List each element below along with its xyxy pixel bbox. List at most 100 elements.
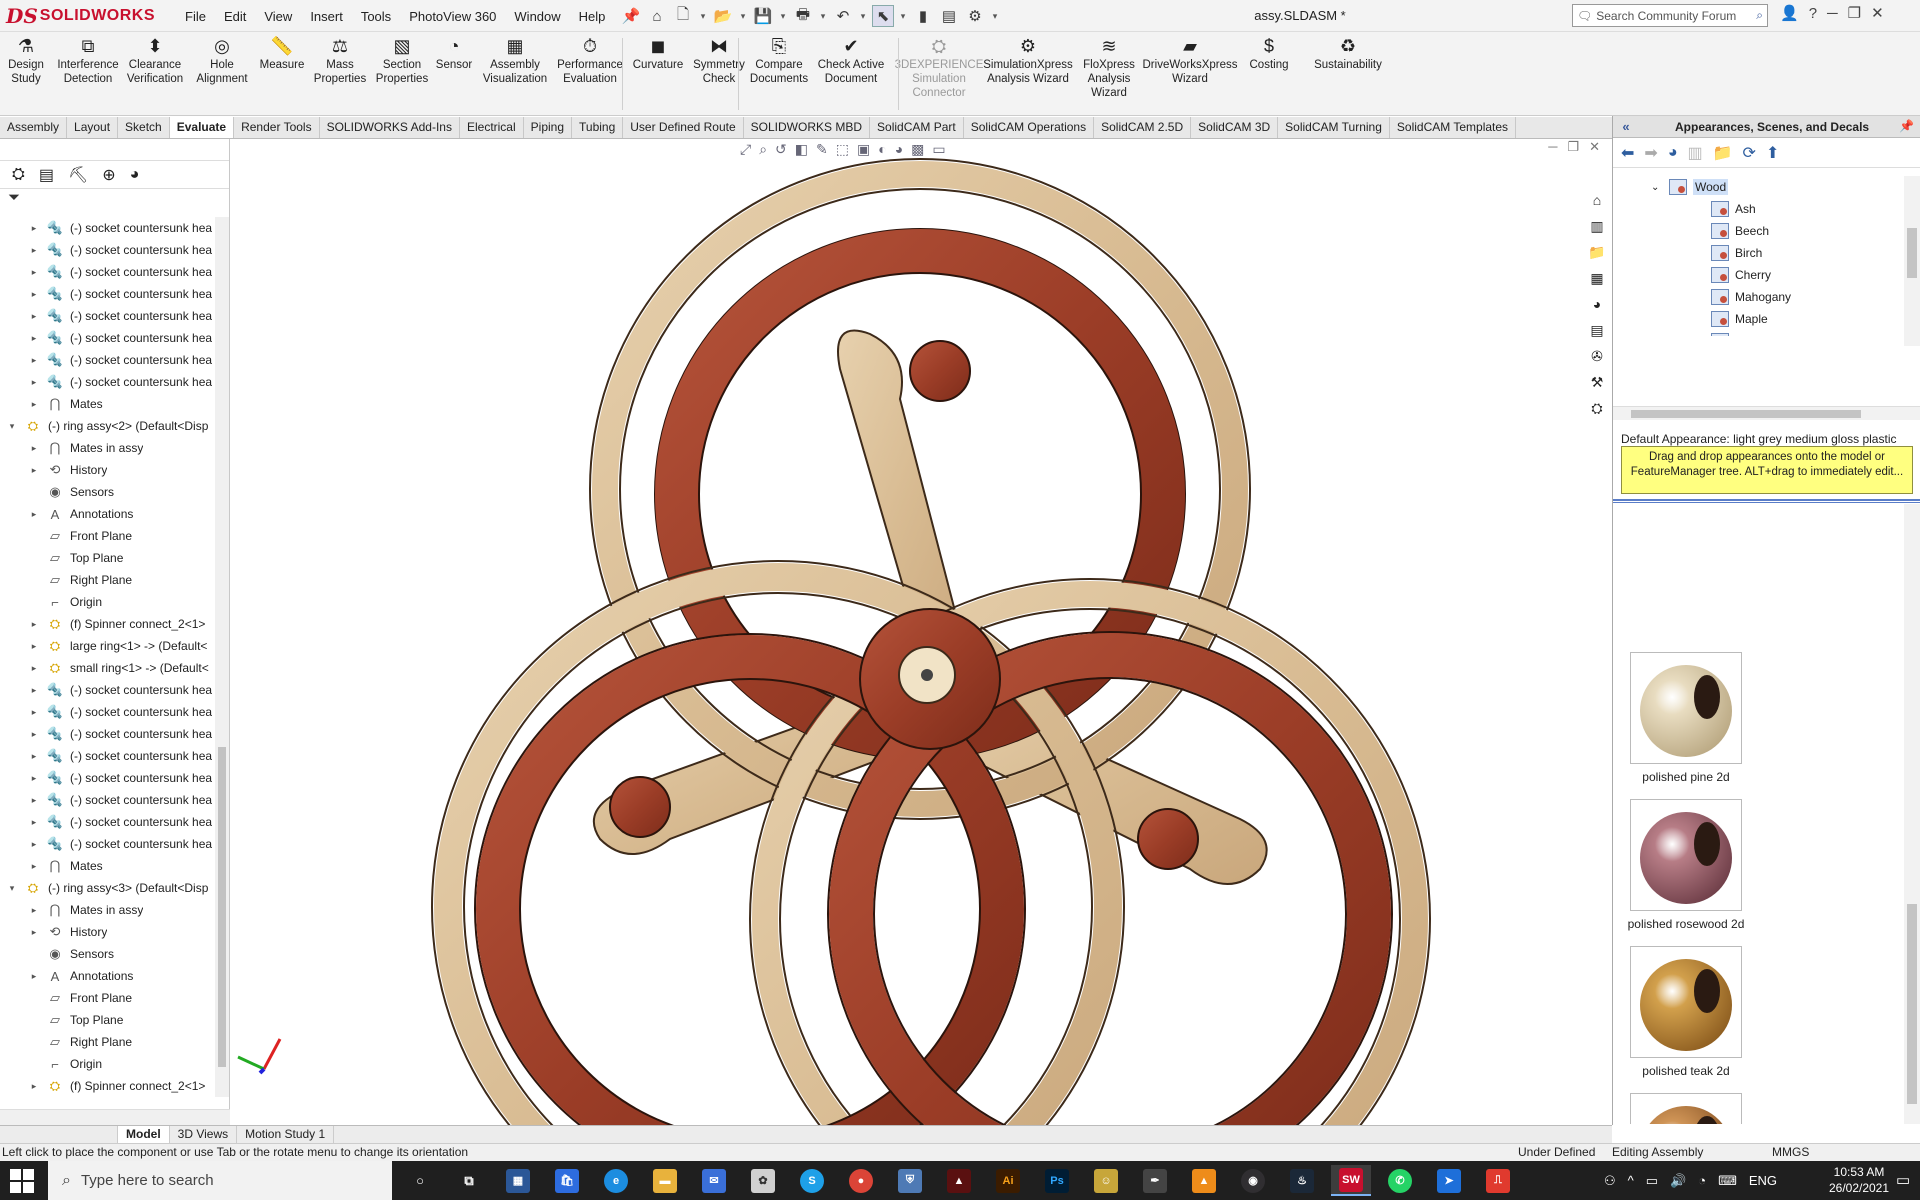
expand-arrow-icon[interactable]: ▸ <box>28 245 40 256</box>
menu-insert[interactable]: Insert <box>301 9 352 24</box>
tree-item[interactable]: ◉ Sensors <box>0 943 212 965</box>
up-arrow-icon[interactable]: ⬆ <box>1766 143 1779 163</box>
forum-icon[interactable]: ⛭ <box>1586 398 1608 418</box>
tree-item[interactable]: ▸ ⛭ (f) Spinner connect_2<1> <box>0 613 212 635</box>
tab-piping[interactable]: Piping <box>524 117 573 138</box>
tray-chevron-icon[interactable]: ^ <box>1628 1173 1634 1188</box>
cortana-icon[interactable]: ○ <box>400 1165 440 1196</box>
edit-appearance-icon[interactable]: ◕ <box>895 141 903 158</box>
design-study-button[interactable]: ⚗ Design Study <box>4 34 48 86</box>
magnifier-icon[interactable]: ⌕ <box>1756 8 1763 23</box>
appearance-folder-item[interactable]: Oak <box>1613 330 1903 336</box>
illustrator-icon[interactable]: Ai <box>988 1165 1028 1196</box>
collapse-arrow-icon[interactable]: ⌄ <box>1651 182 1665 193</box>
expand-arrow-icon[interactable]: ▸ <box>28 465 40 476</box>
zoom-to-fit-icon[interactable]: ⤢ <box>740 141 751 158</box>
view-settings-icon[interactable]: ▭ <box>932 141 945 158</box>
appearance-tree-hscrollbar[interactable] <box>1613 406 1920 420</box>
section-view-icon[interactable]: ◧ <box>795 141 808 158</box>
status-units[interactable]: MMGS <box>1772 1144 1809 1161</box>
appearance-swatch[interactable]: polished pine 2d <box>1621 652 1751 784</box>
driveworksxpress-wizard-button[interactable]: ▰ DriveWorksXpress Wizard <box>1140 34 1240 86</box>
view-orientation-icon[interactable]: ⬚ <box>836 141 849 158</box>
expand-arrow-icon[interactable]: ▸ <box>28 267 40 278</box>
scrollbar-thumb[interactable] <box>1631 410 1861 418</box>
viewport-minimize-icon[interactable]: ─ <box>1548 139 1557 155</box>
ime-icon[interactable]: ⌨ <box>1718 1173 1737 1189</box>
expand-arrow-icon[interactable]: ▸ <box>28 707 40 718</box>
restore-icon[interactable]: ❐ <box>1848 4 1861 22</box>
appearances-icon[interactable]: ◕ <box>1586 294 1608 314</box>
calculator-icon[interactable]: ▦ <box>498 1165 538 1196</box>
property-manager-icon[interactable]: ▤ <box>39 165 54 185</box>
home-icon[interactable]: ⌂ <box>646 5 668 27</box>
open-folder-icon[interactable]: 📂 <box>712 5 734 27</box>
tab-render-tools[interactable]: Render Tools <box>234 117 320 138</box>
tree-item[interactable]: ▸ 🔩 (-) socket countersunk hea <box>0 261 212 283</box>
view-palette-icon[interactable]: ▦ <box>1586 268 1608 288</box>
appearance-folder-item[interactable]: Mahogany <box>1613 286 1903 308</box>
expand-arrow-icon[interactable]: ▸ <box>28 355 40 366</box>
viewport-close-icon[interactable]: ✕ <box>1589 139 1600 155</box>
section-properties-button[interactable]: ▧ Section Properties <box>372 34 432 86</box>
chevron-down-icon[interactable]: ▾ <box>990 5 1000 27</box>
tab-electrical[interactable]: Electrical <box>460 117 524 138</box>
appearance-folder-item[interactable]: Beech <box>1613 220 1903 242</box>
obs-icon[interactable]: ◉ <box>1233 1165 1273 1196</box>
tree-item[interactable]: ⌐ Origin <box>0 1053 212 1075</box>
volume-icon[interactable]: 🔊 <box>1670 1173 1686 1189</box>
expand-arrow-icon[interactable]: ▾ <box>6 421 18 432</box>
tab-user-defined-route[interactable]: User Defined Route <box>623 117 744 138</box>
edge-icon[interactable]: e <box>596 1165 636 1196</box>
dynamic-annotation-icon[interactable]: ✎ <box>816 141 828 158</box>
mail-icon[interactable]: ✉ <box>694 1165 734 1196</box>
menu-file[interactable]: File <box>176 9 215 24</box>
floxpress-analysis-wizard-button[interactable]: ≋ FloXpress Analysis Wizard <box>1080 34 1138 100</box>
assembly-visualization-button[interactable]: ▦ Assembly Visualization <box>478 34 552 86</box>
expand-arrow-icon[interactable]: ▸ <box>28 1081 40 1092</box>
tree-item[interactable]: ▸ 🔩 (-) socket countersunk hea <box>0 305 212 327</box>
sensor-button[interactable]: ◔ Sensor <box>432 34 476 72</box>
network-icon[interactable]: ▭ <box>1646 1173 1658 1189</box>
chrome-icon[interactable]: ● <box>841 1165 881 1196</box>
tree-item[interactable]: ⌐ Origin <box>0 591 212 613</box>
chevron-down-icon[interactable]: ▾ <box>818 5 828 27</box>
collapse-chevron-icon[interactable]: « <box>1613 119 1639 134</box>
design-library-icon[interactable]: ▥ <box>1586 216 1608 236</box>
apply-scene-icon[interactable]: ▩ <box>911 141 924 158</box>
feature-tree-scrollbar[interactable] <box>215 217 229 1097</box>
minimize-icon[interactable]: ─ <box>1827 5 1838 22</box>
forward-arrow-icon[interactable]: ➡ <box>1644 143 1657 163</box>
viewport-restore-icon[interactable]: ❐ <box>1567 139 1579 155</box>
file-explorer-icon[interactable]: ▬ <box>645 1165 685 1196</box>
chevron-down-icon[interactable]: ▾ <box>858 5 868 27</box>
expand-arrow-icon[interactable]: ▸ <box>28 773 40 784</box>
scrollbar-thumb[interactable] <box>1907 228 1917 278</box>
tree-item[interactable]: ▸ 🔩 (-) socket countersunk hea <box>0 723 212 745</box>
expand-arrow-icon[interactable]: ▸ <box>28 619 40 630</box>
tree-item[interactable]: ▸ A Annotations <box>0 503 212 525</box>
gallery-scrollbar[interactable] <box>1904 504 1920 1124</box>
expand-arrow-icon[interactable]: ▸ <box>28 399 40 410</box>
chevron-down-icon[interactable]: ▾ <box>738 5 748 27</box>
display-manager-icon[interactable]: ◕ <box>130 166 140 184</box>
graphics-area[interactable]: ⤢ ⌕ ↺ ◧ ✎ ⬚ ▣ ◐ ◕ ▩ ▭ ─ ❐ ✕ <box>230 139 1612 1125</box>
expand-arrow-icon[interactable]: ▸ <box>28 223 40 234</box>
solidworks-taskbar-icon[interactable]: SW <box>1331 1165 1371 1196</box>
simulationxpress-analysis-wizard-button[interactable]: ⚙ SimulationXpress Analysis Wizard <box>980 34 1076 86</box>
tree-item[interactable]: ▾ ⛭ (-) ring assy<3> (Default<Disp <box>0 877 212 899</box>
appearance-folder-item[interactable]: Maple <box>1613 308 1903 330</box>
menu-help[interactable]: Help <box>570 9 615 24</box>
expand-arrow-icon[interactable]: ▸ <box>28 839 40 850</box>
dimxpert-icon[interactable]: ⊕ <box>102 165 115 185</box>
tree-item[interactable]: ▸ 🔩 (-) socket countersunk hea <box>0 745 212 767</box>
tab-assembly[interactable]: Assembly <box>0 117 68 138</box>
folder-wood[interactable]: ⌄ Wood <box>1613 176 1903 198</box>
previous-view-icon[interactable]: ↺ <box>775 141 787 158</box>
tab-solidcam-operations[interactable]: SolidCAM Operations <box>964 117 1095 138</box>
appearance-swatch[interactable]: polished rosewood 2d <box>1621 799 1751 931</box>
tree-item[interactable]: ▸ 🔩 (-) socket countersunk hea <box>0 239 212 261</box>
pin-icon[interactable]: 📌 <box>620 5 642 27</box>
tree-item[interactable]: ▸ 🔩 (-) socket countersunk hea <box>0 371 212 393</box>
appearance-folder-item[interactable]: Ash <box>1613 198 1903 220</box>
